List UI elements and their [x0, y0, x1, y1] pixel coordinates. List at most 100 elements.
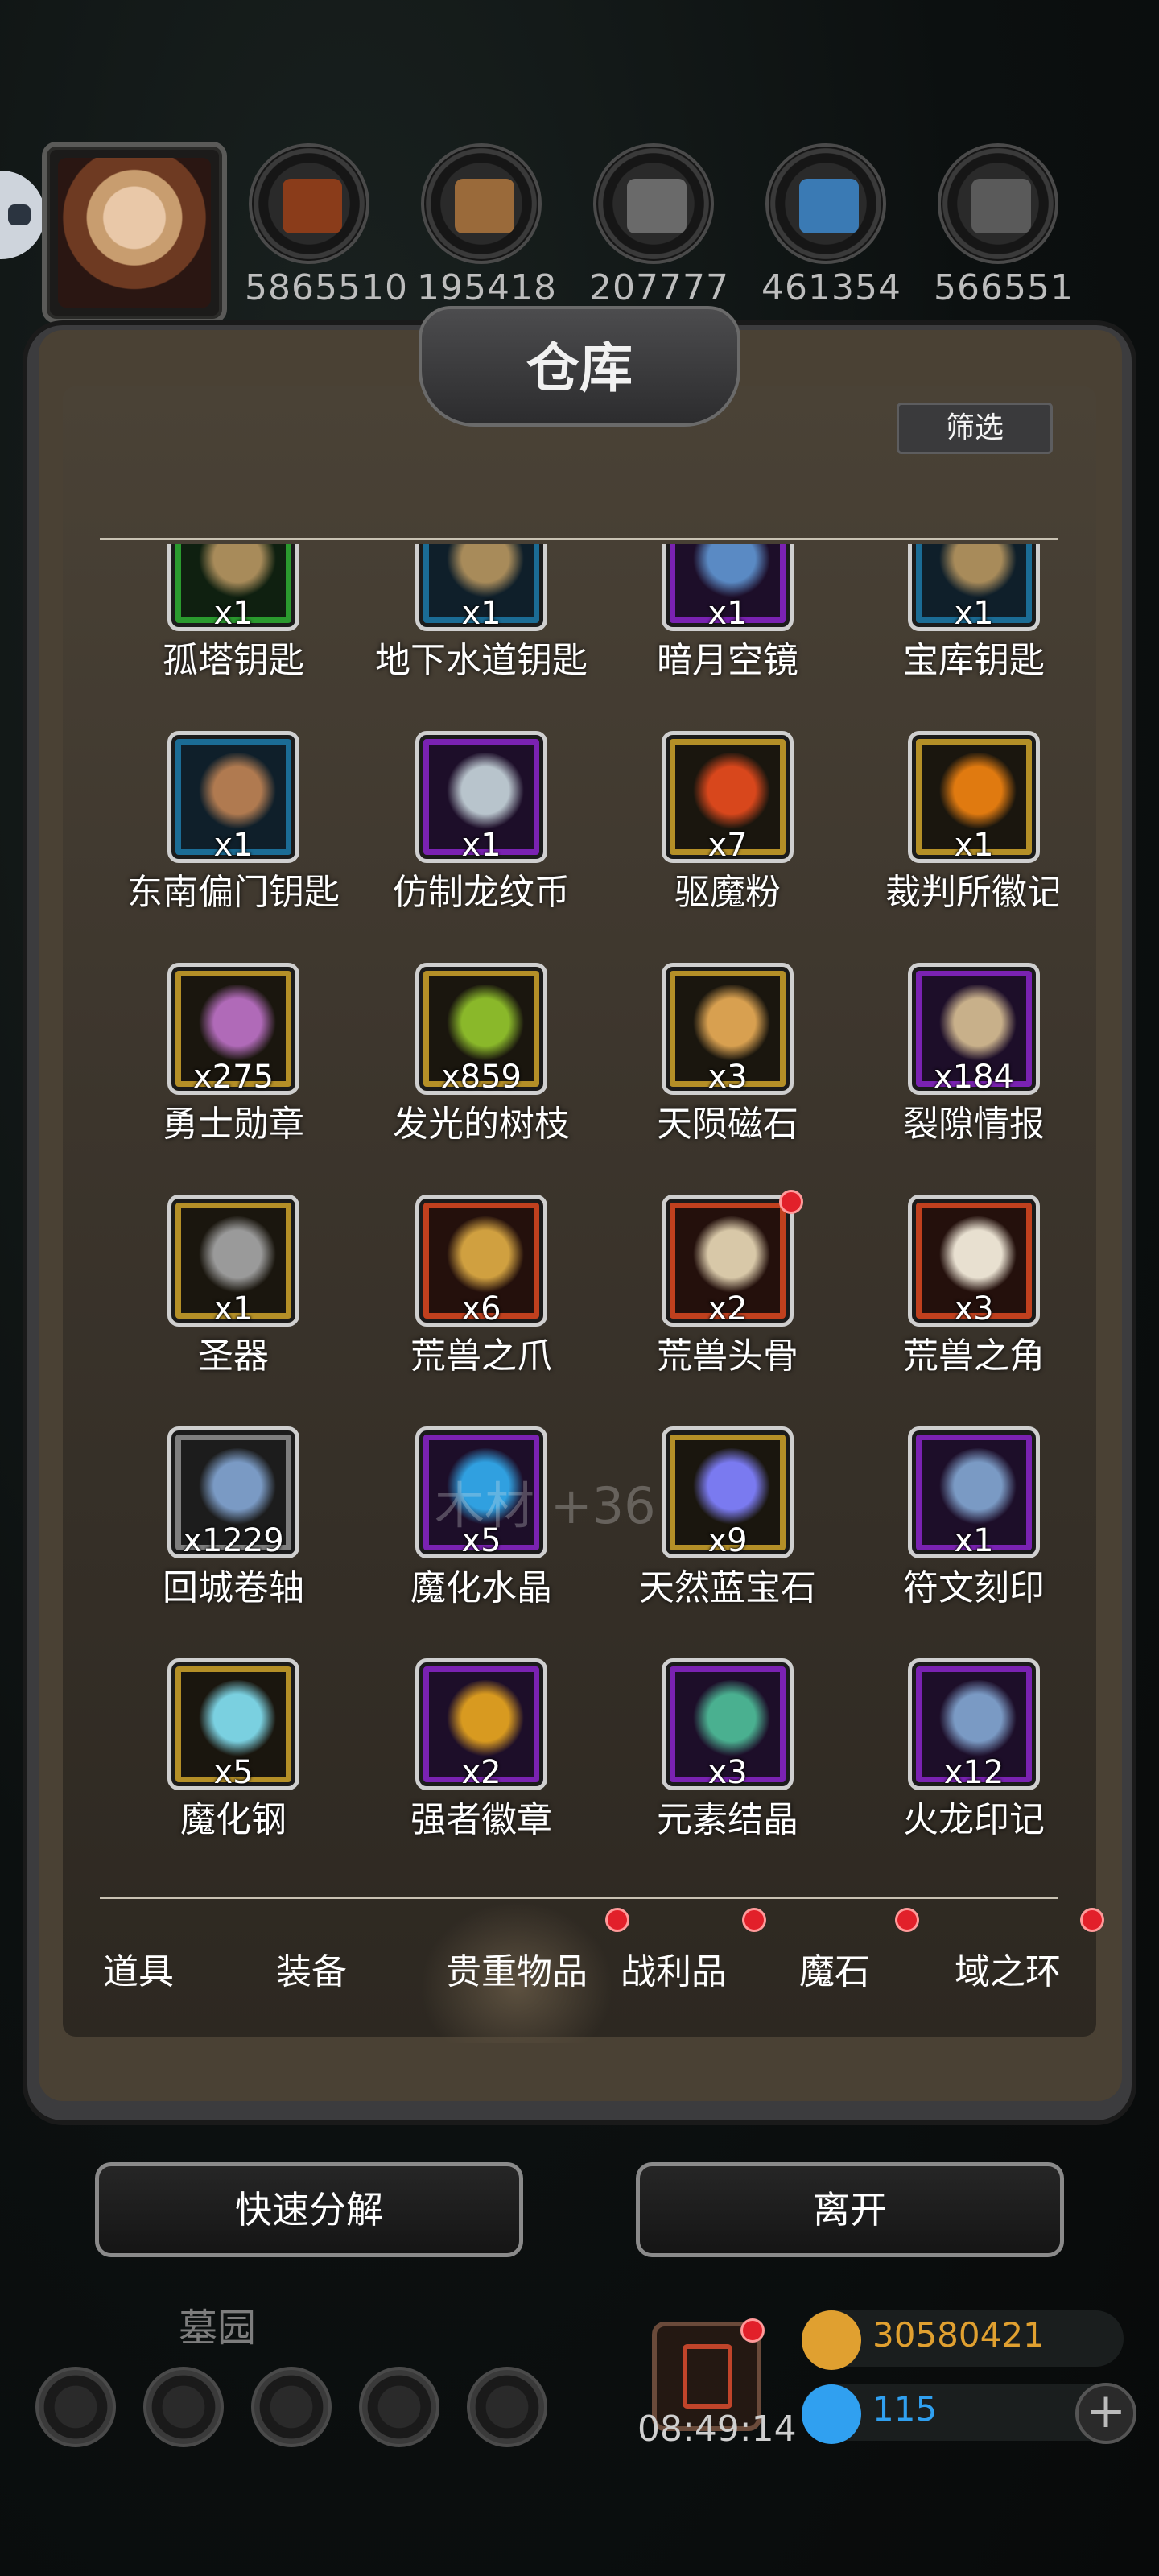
- item-name: 天陨磁石: [657, 1104, 798, 1145]
- item-slot[interactable]: x1: [415, 544, 547, 632]
- item-slot[interactable]: x1: [908, 731, 1040, 864]
- resource-0[interactable]: 5865510: [245, 143, 408, 308]
- item-slot[interactable]: x2: [662, 1195, 794, 1327]
- resource-3[interactable]: 461354: [761, 143, 901, 308]
- leave-button[interactable]: 离开: [636, 2162, 1064, 2257]
- item-slot[interactable]: x3: [662, 1658, 794, 1791]
- item-slot[interactable]: x3: [908, 1195, 1040, 1327]
- item-name: 宝库钥匙: [903, 640, 1045, 681]
- claw-icon: [443, 1216, 527, 1300]
- item-quantity: x1: [461, 595, 501, 632]
- item-cell[interactable]: x3 元素结晶: [589, 1658, 831, 1868]
- item-cell[interactable]: x1 圣器: [100, 1195, 336, 1404]
- avatar-portrait: [58, 158, 211, 308]
- item-quantity: x2: [461, 1754, 501, 1791]
- item-name: 魔化水晶: [410, 1567, 552, 1608]
- notification-dot: [895, 1908, 919, 1932]
- item-cell[interactable]: x5 魔化钢: [100, 1658, 336, 1868]
- quick-decompose-button[interactable]: 快速分解: [95, 2162, 523, 2257]
- resource-amount: 5865510: [245, 267, 408, 308]
- item-slot[interactable]: x1: [908, 1426, 1040, 1559]
- item-name: 东南偏门钥匙: [127, 872, 340, 913]
- filter-button[interactable]: 筛选: [897, 402, 1053, 454]
- powder-icon: [690, 753, 773, 836]
- item-slot[interactable]: x1: [167, 1195, 299, 1327]
- item-slot[interactable]: x12: [908, 1658, 1040, 1791]
- tab-1[interactable]: 装备: [243, 1901, 380, 2043]
- item-slot[interactable]: x6: [415, 1195, 547, 1327]
- gem-amount: 115: [872, 2389, 938, 2429]
- item-quantity: x859: [440, 1059, 522, 1096]
- map-icon[interactable]: [467, 2367, 547, 2447]
- tab-5[interactable]: 域之环: [927, 1901, 1104, 2043]
- shard-icon: [690, 1680, 773, 1764]
- tab-3[interactable]: 战利品: [597, 1901, 766, 2043]
- item-slot[interactable]: x1: [167, 544, 299, 632]
- item-cell[interactable]: x1 符文刻印: [835, 1426, 1058, 1636]
- key-icon: [196, 753, 279, 836]
- item-cell[interactable]: x1 宝库钥匙: [835, 544, 1058, 708]
- item-slot[interactable]: x1: [415, 731, 547, 864]
- tab-2[interactable]: 贵重物品: [420, 1901, 629, 2043]
- item-slot[interactable]: x1229: [167, 1426, 299, 1559]
- add-currency-button[interactable]: +: [1075, 2383, 1136, 2444]
- item-cell[interactable]: x3 荒兽之角: [835, 1195, 1058, 1404]
- item-quantity: x2: [707, 1290, 748, 1327]
- item-cell[interactable]: x12 火龙印记: [835, 1658, 1058, 1868]
- item-cell[interactable]: x1 暗月空镜: [589, 544, 831, 708]
- player-avatar[interactable]: [42, 142, 227, 324]
- item-cell[interactable]: x3 天陨磁石: [589, 963, 831, 1172]
- item-cell[interactable]: x1 东南偏门钥匙: [100, 731, 340, 940]
- item-cell[interactable]: x1 裁判所徽记: [835, 731, 1058, 940]
- guild-icon[interactable]: [251, 2367, 332, 2447]
- item-cell[interactable]: x1 孤塔钥匙: [100, 544, 336, 708]
- mail-icon[interactable]: [359, 2367, 439, 2447]
- item-name: 发光的树枝: [393, 1104, 570, 1145]
- item-quantity: x1229: [183, 1522, 284, 1559]
- resource-2[interactable]: 207777: [589, 143, 728, 308]
- resource-4[interactable]: 566551: [934, 143, 1073, 308]
- item-cell[interactable]: x7 驱魔粉: [589, 731, 831, 940]
- item-cell[interactable]: x275 勇士勋章: [100, 963, 336, 1172]
- item-slot[interactable]: x184: [908, 963, 1040, 1096]
- settings-icon[interactable]: [35, 2367, 116, 2447]
- item-slot[interactable]: x9: [662, 1426, 794, 1559]
- item-cell[interactable]: x6 荒兽之爪: [343, 1195, 584, 1404]
- wood-planks-icon: [421, 143, 542, 264]
- item-cell[interactable]: x859 发光的树枝: [343, 963, 584, 1172]
- tab-4[interactable]: 魔石: [766, 1901, 919, 2043]
- tab-label: 域之环: [955, 1951, 1061, 1992]
- steel-ingot-icon: [938, 143, 1058, 264]
- tab-label: 魔石: [799, 1951, 870, 1992]
- item-name: 裁判所徽记: [885, 872, 1058, 913]
- ingot-icon: [196, 1680, 279, 1764]
- item-quantity: x1: [213, 1290, 254, 1327]
- gift-timer: 08:49:14: [637, 2409, 797, 2450]
- item-slot[interactable]: x1: [908, 544, 1040, 632]
- panel-title: 仓库: [526, 336, 633, 399]
- item-slot[interactable]: x7: [662, 731, 794, 864]
- tab-0[interactable]: 道具: [74, 1901, 203, 2043]
- item-quantity: x5: [213, 1754, 254, 1791]
- item-cell[interactable]: x2 强者徽章: [343, 1658, 584, 1868]
- item-slot[interactable]: x3: [662, 963, 794, 1096]
- item-cell[interactable]: x2 荒兽头骨: [589, 1190, 831, 1404]
- resource-gain-toast: 木材 +36: [435, 1476, 656, 1535]
- item-cell[interactable]: x1 仿制龙纹币: [343, 731, 584, 940]
- item-slot[interactable]: x5: [167, 1658, 299, 1791]
- gold-amount: 30580421: [872, 2315, 1045, 2355]
- item-name: 魔化钢: [180, 1799, 287, 1840]
- item-cell[interactable]: x1229 回城卷轴: [100, 1426, 336, 1636]
- item-cell[interactable]: x1 地下水道钥匙: [343, 544, 588, 708]
- rune-icon: [936, 1680, 1020, 1764]
- item-slot[interactable]: x1: [167, 731, 299, 864]
- item-slot[interactable]: x275: [167, 963, 299, 1096]
- resource-1[interactable]: 195418: [417, 143, 556, 308]
- item-grid[interactable]: x1 孤塔钥匙 x1 地下水道钥匙 x1 暗月空镜 x1 宝库钥匙 x1 东南偏门钥匙 x1 仿制龙纹…: [100, 544, 1058, 1876]
- tab-label: 贵重物品: [446, 1951, 588, 1992]
- item-slot[interactable]: x2: [415, 1658, 547, 1791]
- item-cell[interactable]: x184 裂隙情报: [835, 963, 1058, 1172]
- achievement-icon[interactable]: [143, 2367, 224, 2447]
- item-slot[interactable]: x859: [415, 963, 547, 1096]
- item-slot[interactable]: x1: [662, 544, 794, 632]
